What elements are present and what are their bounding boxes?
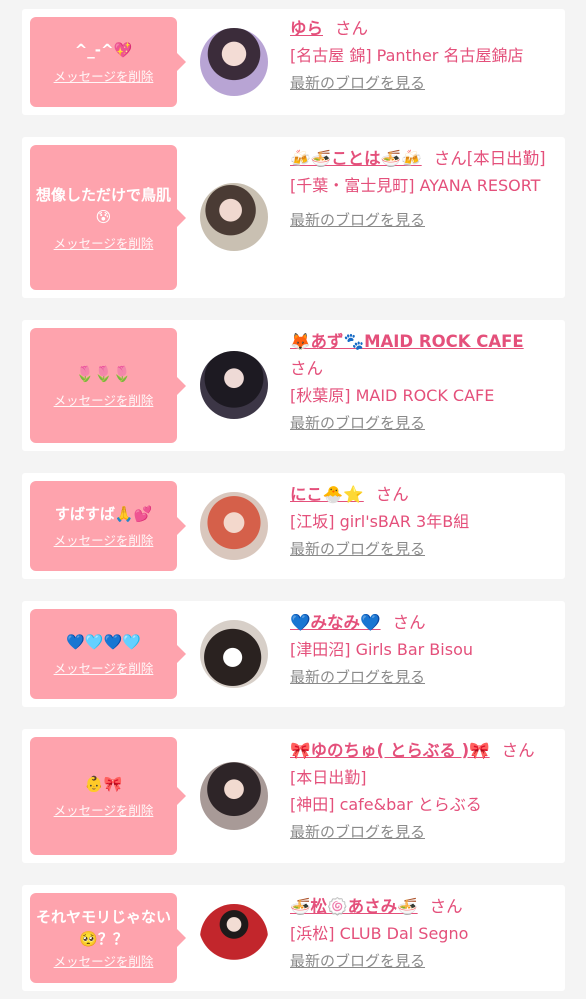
message-card: 👶🎀 メッセージを削除 🎀ゆのちゅ( とらぶる )🎀 さん [本日出勤] [神田]… — [22, 729, 565, 863]
latest-blog-link[interactable]: 最新のブログを見る — [290, 209, 425, 231]
message-text: すばすば🙏💕 — [54, 505, 153, 523]
name-line: 💙みなみ💙 さん — [290, 609, 560, 636]
delete-message-link[interactable]: メッセージを削除 — [54, 393, 154, 409]
latest-blog-link[interactable]: 最新のブログを見る — [290, 666, 425, 688]
name-line: 🍻🍜ことは🍜🍻 さん[本日出勤] — [290, 145, 560, 172]
message-text: 👶🎀 — [84, 775, 123, 793]
member-name-link[interactable]: にこ🐣⭐ — [290, 485, 364, 504]
avatar[interactable] — [200, 620, 268, 688]
avatar[interactable] — [200, 351, 268, 419]
member-name-link[interactable]: ゆら — [290, 19, 323, 38]
latest-blog-link[interactable]: 最新のブログを見る — [290, 72, 425, 94]
name-line: にこ🐣⭐ さん — [290, 481, 560, 508]
honorific: さん — [392, 613, 426, 632]
honorific: さん — [290, 359, 323, 378]
message-bubble: 👶🎀 メッセージを削除 — [30, 737, 186, 855]
message-card: 🌷🌷🌷 メッセージを削除 🦊あず🐾MAID ROCK CAFE さん [秋葉原] … — [22, 320, 565, 451]
member-info: 🎀ゆのちゅ( とらぶる )🎀 さん [本日出勤] [神田] cafe&bar とら… — [290, 737, 560, 843]
member-info: 🍜松🍥あさみ🍜 さん [浜松] CLUB Dal Segno 最新のブログを見る — [290, 893, 560, 972]
message-text: 🌷🌷🌷 — [75, 364, 132, 383]
message-card: それヤモリじゃない🥺？？ メッセージを削除 🍜松🍥あさみ🍜 さん [浜松] CLU… — [22, 885, 565, 991]
shop-info: [秋葉原] MAID ROCK CAFE — [290, 386, 495, 405]
honorific: さん — [433, 149, 467, 168]
work-status: [本日出勤] — [466, 149, 546, 168]
delete-message-link[interactable]: メッセージを削除 — [54, 803, 154, 819]
message-list: ^_-^💖 メッセージを削除 ゆら さん [名古屋 錦] Panther 名古屋錦… — [0, 0, 586, 999]
message-card: ^_-^💖 メッセージを削除 ゆら さん [名古屋 錦] Panther 名古屋錦… — [22, 9, 565, 115]
avatar[interactable] — [200, 183, 268, 251]
name-line: 🍜松🍥あさみ🍜 さん — [290, 893, 560, 920]
member-name-link[interactable]: 🎀ゆのちゅ( とらぶる )🎀 — [290, 741, 490, 760]
shop-info: [名古屋 錦] Panther 名古屋錦店 — [290, 46, 524, 65]
delete-message-link[interactable]: メッセージを削除 — [54, 661, 154, 677]
member-name-link[interactable]: 🦊あず🐾MAID ROCK CAFE — [290, 332, 524, 351]
message-bubble: それヤモリじゃない🥺？？ メッセージを削除 — [30, 893, 186, 983]
name-line: ゆら さん — [290, 15, 560, 42]
message-card: 💙🩵💙🩵 メッセージを削除 💙みなみ💙 さん [津田沼] Girls Bar Bi… — [22, 601, 565, 707]
message-card: すばすば🙏💕 メッセージを削除 にこ🐣⭐ さん [江坂] girl'sBAR 3年… — [22, 473, 565, 579]
honorific: さん — [429, 897, 463, 916]
message-text: 💙🩵💙🩵 — [66, 633, 141, 651]
delete-message-link[interactable]: メッセージを削除 — [54, 236, 154, 252]
shop-info: [津田沼] Girls Bar Bisou — [290, 640, 473, 659]
delete-message-link[interactable]: メッセージを削除 — [54, 954, 154, 970]
message-bubble: 想像しただけで鳥肌😰 メッセージを削除 — [30, 145, 186, 290]
message-bubble: 💙🩵💙🩵 メッセージを削除 — [30, 609, 186, 699]
shop-info: [神田] cafe&bar とらぶる — [290, 795, 482, 814]
member-name-link[interactable]: 💙みなみ💙 — [290, 613, 381, 632]
shop-info: [千葉・富士見町] AYANA RESORT — [290, 176, 541, 195]
shop-info: [江坂] girl'sBAR 3年B組 — [290, 512, 470, 531]
honorific: さん — [375, 485, 409, 504]
delete-message-link[interactable]: メッセージを削除 — [54, 69, 154, 85]
honorific: さん — [501, 741, 535, 760]
avatar[interactable] — [200, 762, 268, 830]
honorific: さん — [335, 19, 368, 38]
message-text: ^_-^💖 — [74, 41, 133, 59]
message-text: それヤモリじゃない🥺？？ — [36, 908, 172, 948]
member-name-link[interactable]: 🍻🍜ことは🍜🍻 — [290, 149, 422, 168]
delete-message-link[interactable]: メッセージを削除 — [54, 533, 154, 549]
work-status: [本日出勤] — [290, 768, 367, 787]
message-bubble: すばすば🙏💕 メッセージを削除 — [30, 481, 186, 571]
shop-info: [浜松] CLUB Dal Segno — [290, 924, 469, 943]
latest-blog-link[interactable]: 最新のブログを見る — [290, 950, 425, 972]
message-bubble: 🌷🌷🌷 メッセージを削除 — [30, 328, 186, 443]
member-info: にこ🐣⭐ さん [江坂] girl'sBAR 3年B組 最新のブログを見る — [290, 481, 560, 560]
latest-blog-link[interactable]: 最新のブログを見る — [290, 538, 425, 560]
latest-blog-link[interactable]: 最新のブログを見る — [290, 412, 425, 434]
member-info: 🦊あず🐾MAID ROCK CAFE さん [秋葉原] MAID ROCK CAF… — [290, 328, 560, 434]
message-text: 想像しただけで鳥肌😰 — [36, 185, 172, 226]
member-info: ゆら さん [名古屋 錦] Panther 名古屋錦店 最新のブログを見る — [290, 15, 560, 94]
member-info: 🍻🍜ことは🍜🍻 さん[本日出勤] [千葉・富士見町] AYANA RESORT 最… — [290, 145, 560, 231]
message-card: 想像しただけで鳥肌😰 メッセージを削除 🍻🍜ことは🍜🍻 さん[本日出勤] [千葉・… — [22, 137, 565, 298]
name-line: 🦊あず🐾MAID ROCK CAFE さん — [290, 328, 560, 382]
name-line: 🎀ゆのちゅ( とらぶる )🎀 さん — [290, 737, 560, 764]
message-bubble: ^_-^💖 メッセージを削除 — [30, 17, 186, 107]
avatar[interactable] — [200, 492, 268, 560]
avatar[interactable] — [200, 904, 268, 972]
avatar[interactable] — [200, 28, 268, 96]
member-info: 💙みなみ💙 さん [津田沼] Girls Bar Bisou 最新のブログを見る — [290, 609, 560, 688]
latest-blog-link[interactable]: 最新のブログを見る — [290, 821, 425, 843]
member-name-link[interactable]: 🍜松🍥あさみ🍜 — [290, 897, 418, 916]
